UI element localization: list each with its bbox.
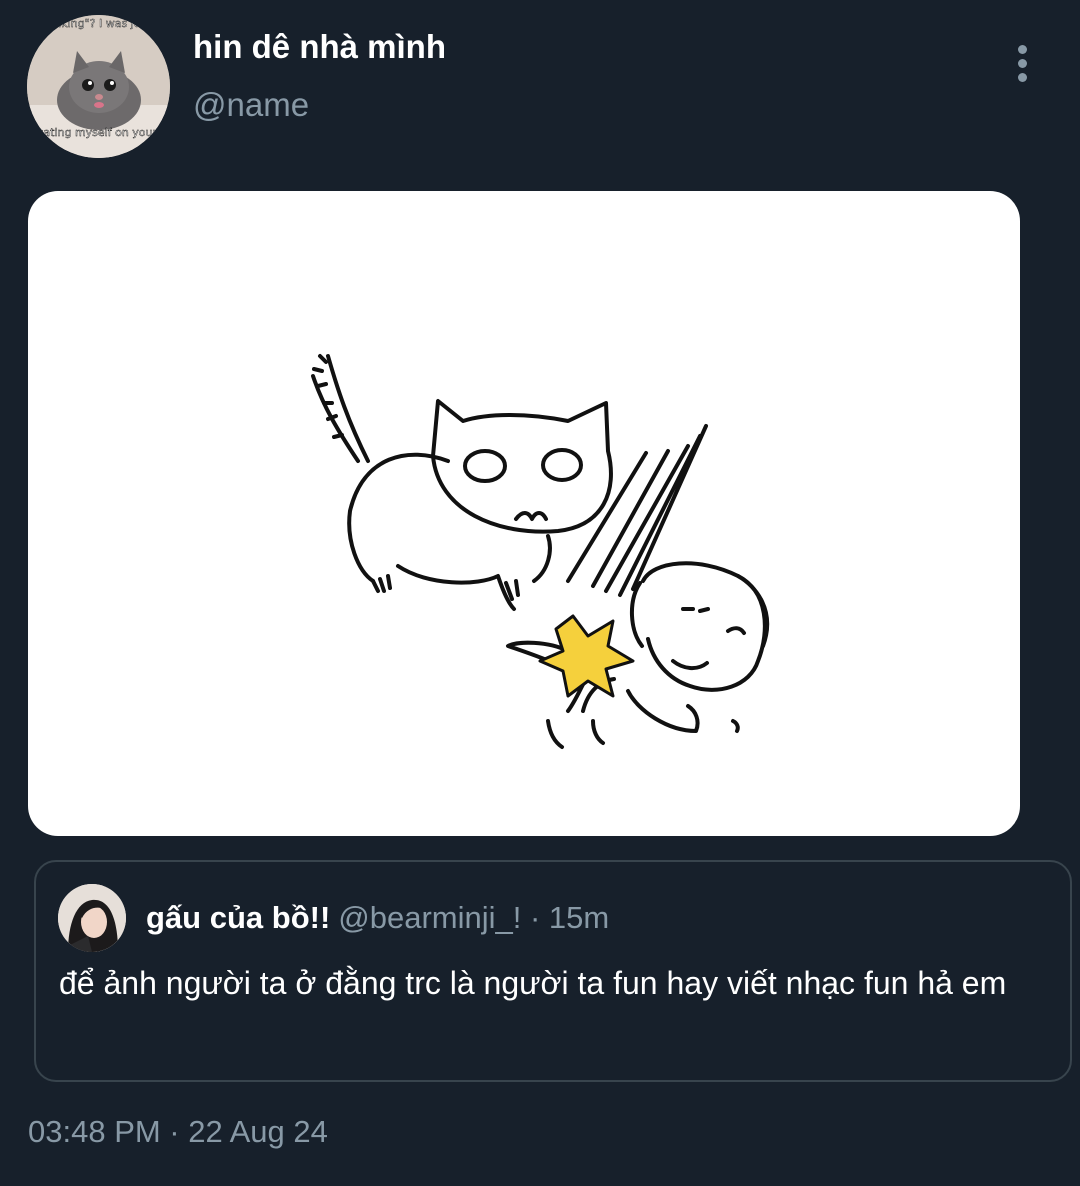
- author-handle[interactable]: @name: [193, 86, 309, 124]
- quote-text: để ảnh người ta ở đằng trc là người ta f…: [59, 965, 1007, 1001]
- more-options-button[interactable]: [1005, 40, 1039, 86]
- more-vertical-icon: [1017, 44, 1027, 54]
- quote-author-avatar[interactable]: [58, 884, 126, 952]
- author-avatar[interactable]: talking"? I was just educating myself on…: [27, 15, 170, 158]
- avatar-caption-top: talking"? I was just: [47, 17, 151, 30]
- more-icon-dot: [1017, 72, 1027, 82]
- kitten-avatar-image: talking"? I was just educating myself on…: [27, 15, 170, 158]
- impact-star-icon: [538, 614, 635, 698]
- quote-author-name[interactable]: gấu của bồ!!: [146, 900, 330, 935]
- tweet-timestamp[interactable]: 03:48 PM · 22 Aug 24: [28, 1114, 328, 1150]
- tweet-media-image[interactable]: [28, 191, 1020, 836]
- portrait-avatar-image: [58, 884, 126, 952]
- quote-header: gấu của bồ!! @bearminji_! · 15m: [146, 900, 609, 936]
- avatar-caption-bottom: educating myself on your lore: [27, 126, 170, 139]
- quoted-tweet-card[interactable]: gấu của bồ!! @bearminji_! · 15m để ảnh ng…: [34, 860, 1072, 1082]
- cat-and-puppy-doodle: [311, 354, 770, 749]
- author-display-name[interactable]: hin dê nhà mình: [193, 28, 446, 66]
- more-icon-dot: [1017, 58, 1027, 68]
- quote-author-meta: @bearminji_! · 15m: [338, 900, 610, 935]
